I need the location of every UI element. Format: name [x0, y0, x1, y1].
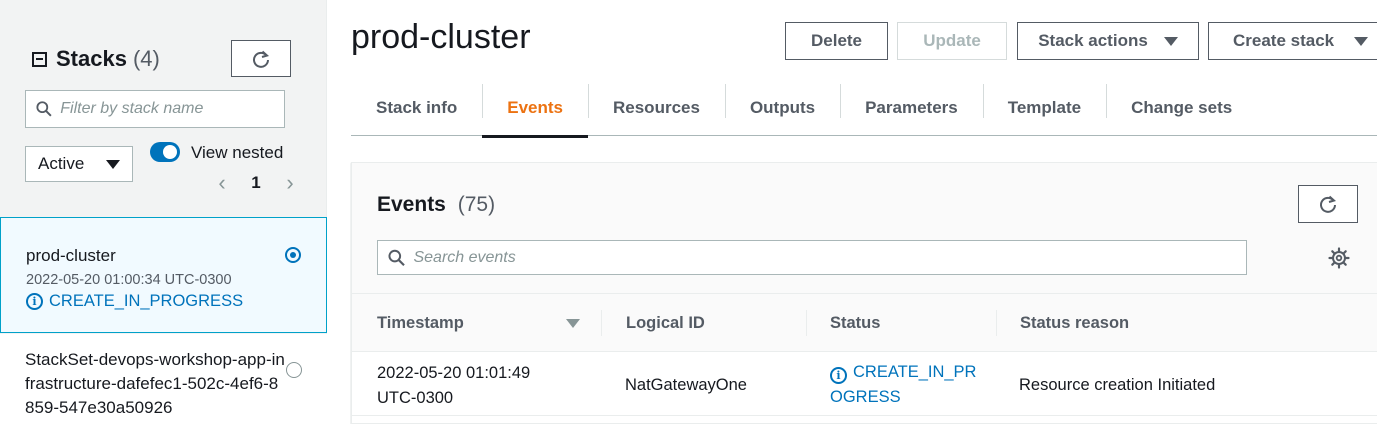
stack-name: prod-cluster	[26, 246, 116, 265]
stack-tabs: Stack info Events Resources Outputs Para…	[351, 80, 1377, 138]
column-divider	[601, 310, 602, 336]
caret-down-icon	[1354, 36, 1369, 46]
stacks-header: Stacks (4)	[32, 46, 160, 72]
pagination: ‹ 1 ›	[212, 170, 300, 196]
stack-radio[interactable]	[286, 362, 302, 378]
tab-stack-info[interactable]: Stack info	[351, 80, 482, 136]
chevron-right-icon[interactable]: ›	[280, 170, 300, 196]
tab-outputs[interactable]: Outputs	[724, 80, 840, 136]
stacks-count: (4)	[132, 46, 160, 71]
tab-parameters[interactable]: Parameters	[840, 80, 983, 136]
view-nested-label: View nested	[191, 143, 284, 162]
info-icon: i	[830, 367, 847, 384]
chevron-left-icon[interactable]: ‹	[212, 170, 232, 196]
column-status-reason[interactable]: Status reason	[1020, 294, 1129, 352]
event-status-line2: OGRESS	[830, 388, 901, 406]
refresh-icon	[1320, 195, 1337, 213]
status-filter-value: Active	[38, 154, 85, 173]
page-number[interactable]: 1	[232, 173, 280, 193]
stacks-panel: Stacks (4) Active View nested ‹ 1 › prod…	[0, 0, 327, 424]
collapse-icon[interactable]	[32, 51, 47, 67]
events-title-text: Events	[377, 193, 446, 216]
stack-actions-label: Stack actions	[1038, 31, 1148, 50]
events-title: Events (75)	[377, 193, 495, 217]
tab-change-sets[interactable]: Change sets	[1106, 80, 1257, 136]
info-icon: i	[26, 293, 43, 310]
stack-list-item[interactable]: StackSet-devops-workshop-app-infrastruct…	[0, 334, 327, 424]
events-header: Events (75)	[352, 163, 1377, 294]
delete-button[interactable]: Delete	[785, 22, 888, 60]
stack-filter-input[interactable]	[60, 100, 284, 118]
refresh-events-button[interactable]	[1298, 185, 1358, 223]
events-panel: Events (75) Timestamp Logical ID Status	[351, 162, 1377, 424]
status-filter-select[interactable]: Active	[25, 146, 133, 182]
stack-radio-selected[interactable]	[285, 247, 301, 263]
delete-button-label: Delete	[810, 31, 863, 50]
stack-status: i CREATE_IN_PROGRESS	[26, 292, 301, 311]
event-status-line1: CREATE_IN_PR	[853, 363, 977, 381]
events-search-input[interactable]	[413, 248, 1246, 267]
tab-template[interactable]: Template	[982, 80, 1106, 136]
caret-down-icon	[1163, 36, 1178, 46]
tab-events[interactable]: Events	[482, 80, 588, 138]
column-logical-id[interactable]: Logical ID	[626, 294, 705, 352]
events-search-field[interactable]	[377, 240, 1247, 275]
event-status-reason: Resource creation Initiated	[1019, 376, 1216, 394]
events-table-header: Timestamp Logical ID Status Status reaso…	[352, 294, 1377, 352]
stack-filter-field[interactable]	[25, 90, 285, 128]
stack-actions-button[interactable]: Stack actions	[1017, 22, 1199, 60]
event-timestamp: 2022-05-20 01:01:49 UTC-0300	[377, 361, 530, 411]
update-button[interactable]: Update	[897, 22, 1007, 60]
column-divider	[996, 310, 997, 336]
timestamp-date: 2022-05-20 01:01:49	[377, 364, 531, 382]
stack-name: StackSet-devops-workshop-app-infrastruct…	[25, 350, 285, 417]
column-divider	[806, 310, 807, 336]
column-status[interactable]: Status	[830, 294, 880, 352]
sort-descending-icon[interactable]	[566, 319, 580, 328]
stack-date: 2022-05-20 01:00:34 UTC-0300	[26, 272, 232, 288]
gear-icon[interactable]	[1328, 247, 1350, 269]
create-stack-label: Create stack	[1233, 31, 1335, 50]
column-timestamp[interactable]: Timestamp	[377, 294, 464, 352]
search-icon	[388, 249, 405, 266]
page-title: prod-cluster	[351, 18, 531, 56]
view-nested-toggle[interactable]	[150, 142, 180, 162]
create-stack-button[interactable]: Create stack	[1208, 22, 1377, 60]
stack-status-text: CREATE_IN_PROGRESS	[49, 292, 244, 310]
stack-list-item-selected[interactable]: prod-cluster 2022-05-20 01:00:34 UTC-030…	[0, 217, 327, 333]
event-logical-id: NatGatewayOne	[625, 376, 747, 394]
refresh-icon	[253, 50, 270, 68]
update-button-label: Update	[923, 31, 981, 50]
events-count: (75)	[457, 193, 496, 216]
event-status[interactable]: i CREATE_IN_PR OGRESS	[830, 360, 980, 410]
table-row[interactable]: 2022-05-20 01:01:49 UTC-0300 NatGatewayO…	[352, 352, 1377, 416]
search-icon	[36, 101, 52, 117]
tab-resources[interactable]: Resources	[588, 80, 725, 136]
stacks-title: Stacks	[56, 46, 127, 71]
refresh-stacks-button[interactable]	[231, 40, 291, 77]
timestamp-zone: UTC-0300	[377, 389, 454, 407]
caret-down-icon	[106, 159, 120, 169]
